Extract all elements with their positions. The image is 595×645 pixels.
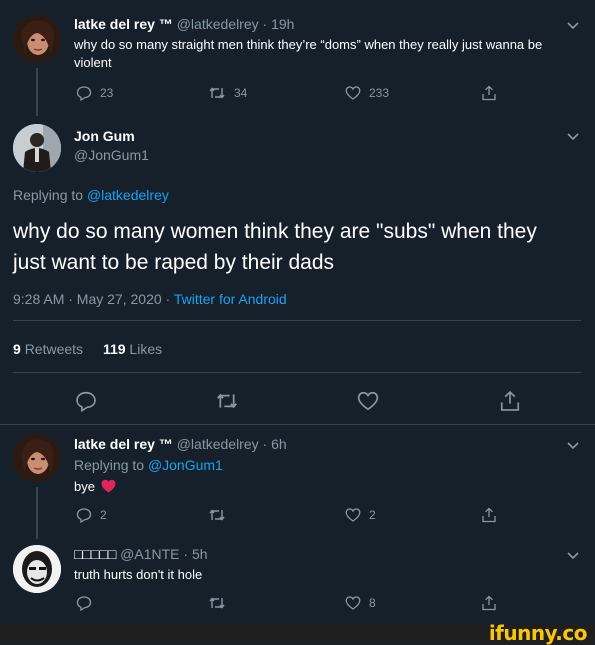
reply-icon [76,508,92,523]
tweet-meta: 9:28 AM · May 27, 2020 · Twitter for And… [13,291,287,307]
thread-line [36,68,38,116]
retweet-icon [209,597,225,609]
share-icon [482,85,496,101]
like-count: 2 [369,508,376,522]
tweet-header: □□□□□ @A1NTE · 5h [74,546,208,562]
tweet-header: latke del rey ™ @latkedelrey · 6h [74,436,287,452]
retweet-icon [209,509,225,521]
like-count: 233 [369,86,390,100]
share-button[interactable] [481,507,497,523]
avatar[interactable] [13,124,61,172]
reply-button[interactable] [75,390,97,412]
chevron-down-icon[interactable] [566,438,580,456]
avatar[interactable] [13,434,61,482]
heart-icon [345,596,361,610]
tweet-header: latke del rey ™ @latkedelrey · 19h [74,16,294,32]
share-icon [482,595,496,611]
like-button[interactable]: 2 [345,507,376,523]
retweet-icon [216,393,238,409]
chevron-down-icon[interactable] [566,129,580,147]
like-button[interactable] [357,390,379,412]
share-icon [500,390,520,411]
retweet-count: 34 [234,86,248,100]
watermark-logo: ifunny.co [488,621,588,645]
tweet-text: truth hurts don't it hole [74,567,203,582]
heart-icon [345,508,361,522]
handle-time[interactable]: @A1NTE · 5h [120,546,207,562]
share-button[interactable] [481,595,497,611]
mention-link[interactable]: @latkedelrey [87,187,169,203]
replying-to: Replying to @latkedelrey [13,187,169,203]
thread-line [36,487,38,539]
divider [13,372,581,373]
display-name[interactable]: latke del rey ™ [74,16,173,32]
reply-button[interactable]: 23 [76,85,113,101]
tweet-text-row: bye [74,478,117,494]
handle-time[interactable]: @latkedelrey · 19h [177,16,295,32]
reply-button[interactable] [76,595,92,611]
timestamp[interactable]: 9:28 AM · May 27, 2020 · [13,291,170,307]
retweets-stat[interactable]: 9 Retweets [13,341,87,357]
divider [0,424,595,425]
reply-icon [76,86,92,101]
reply-icon [76,596,92,611]
tweet-text: bye [74,478,95,494]
chevron-down-icon[interactable] [566,548,580,566]
display-name[interactable]: Jon Gum [74,128,135,144]
share-icon [482,507,496,523]
retweet-button[interactable]: 34 [208,85,247,101]
reply-count: 23 [100,86,114,100]
display-name[interactable]: latke del rey ™ [74,436,173,452]
retweet-icon [209,87,225,99]
replying-to: Replying to @JonGum1 [74,457,223,473]
reply-button[interactable]: 2 [76,507,107,523]
tweet-text: why do so many straight men think they’r… [74,37,543,70]
retweet-button[interactable] [208,507,226,523]
share-button[interactable] [499,390,521,412]
like-count: 8 [369,596,376,610]
retweet-button[interactable] [208,595,226,611]
handle-time[interactable]: @latkedelrey · 6h [177,436,287,452]
chevron-down-icon[interactable] [566,18,580,36]
like-button[interactable]: 8 [345,595,376,611]
share-button[interactable] [481,85,497,101]
avatar[interactable] [13,545,61,593]
mention-link[interactable]: @JonGum1 [148,457,223,473]
likes-stat[interactable]: 119 Likes [103,341,162,357]
handle[interactable]: @JonGum1 [74,147,149,163]
avatar[interactable] [13,15,61,63]
reply-icon [76,391,96,412]
display-name[interactable]: □□□□□ [74,546,116,562]
main-tweet-text: why do so many women think they are "sub… [13,220,537,274]
source-link[interactable]: Twitter for Android [174,291,287,307]
divider [13,320,581,321]
reply-count: 2 [100,508,107,522]
engagement-stats: 9 Retweets 119 Likes [13,341,162,357]
red-heart-icon [101,479,116,493]
heart-icon [345,86,361,100]
retweet-button[interactable] [215,390,239,412]
heart-icon [357,391,379,411]
like-button[interactable]: 233 [345,85,389,101]
